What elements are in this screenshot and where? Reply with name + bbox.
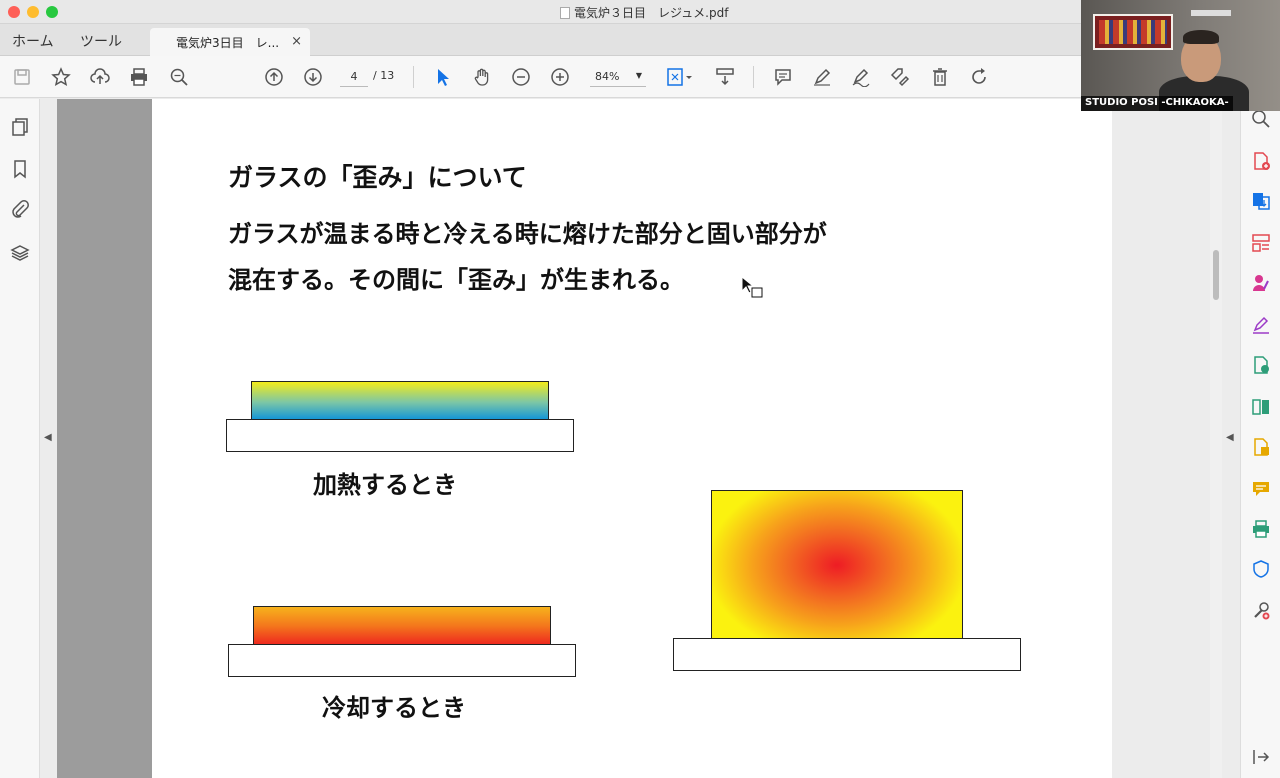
- page-total: / 13: [373, 69, 395, 82]
- collapse-tools-panel-icon[interactable]: [1251, 747, 1271, 767]
- kiln-shelf-heating: [226, 419, 574, 452]
- bookmark-star-icon[interactable]: [49, 65, 73, 89]
- minimize-window-button[interactable]: [27, 6, 39, 18]
- comment-icon[interactable]: [771, 65, 795, 89]
- enhance-search-icon[interactable]: [1251, 109, 1271, 129]
- chevron-down-icon: ▼: [635, 71, 642, 80]
- kiln-shelf-thick: [673, 638, 1021, 671]
- more-tools-icon[interactable]: [1251, 601, 1271, 621]
- glass-cooling-diagram: [253, 606, 551, 645]
- request-signatures-icon[interactable]: [1251, 273, 1271, 293]
- print-icon[interactable]: [127, 65, 151, 89]
- export-pdf-icon[interactable]: [1251, 191, 1271, 211]
- send-for-review-icon[interactable]: [1251, 355, 1271, 375]
- select-cursor-icon[interactable]: [431, 65, 455, 89]
- rotate-icon[interactable]: [967, 65, 991, 89]
- combine-files-icon[interactable]: [1251, 437, 1271, 457]
- body-text-line-2: 混在する。その間に「歪み」が生まれる。: [228, 266, 684, 294]
- stamp-edit-icon[interactable]: [888, 65, 912, 89]
- protect-shield-icon[interactable]: [1251, 559, 1271, 579]
- next-page-icon[interactable]: [301, 65, 325, 89]
- left-sidebar: [0, 99, 40, 778]
- webcam-name-label: STUDIO POSI -CHIKAOKA-: [1081, 96, 1233, 111]
- poster-art: [1099, 20, 1167, 44]
- body-text-line-1: ガラスが温まる時と冷える時に熔けた部分と固い部分が: [228, 220, 827, 248]
- compare-files-icon[interactable]: [1251, 397, 1271, 417]
- toolbar-divider: [413, 66, 414, 88]
- zoom-window-button[interactable]: [46, 6, 58, 18]
- window-title-text: 電気炉３日目 レジュメ.pdf: [574, 6, 729, 20]
- highlight-pen-icon[interactable]: [810, 65, 834, 89]
- window-title: 電気炉３日目 レジュメ.pdf: [560, 4, 728, 21]
- create-pdf-icon[interactable]: [1251, 151, 1271, 171]
- document-icon: [560, 7, 570, 19]
- tab-close-button[interactable]: ×: [291, 34, 302, 49]
- mouse-cursor-icon: [740, 275, 766, 306]
- caption-cooling: 冷却するとき: [322, 694, 466, 722]
- search-icon[interactable]: [167, 65, 191, 89]
- trash-icon[interactable]: [928, 65, 952, 89]
- glass-heating-diagram: [251, 381, 549, 420]
- page-number-input[interactable]: 4: [340, 67, 368, 87]
- attachment-icon[interactable]: [10, 199, 30, 219]
- print-production-icon[interactable]: [1251, 519, 1271, 539]
- presenter-hair: [1183, 30, 1219, 44]
- collapse-left-panel-icon[interactable]: ◀: [44, 432, 52, 443]
- zoom-level-value: 84%: [595, 70, 620, 83]
- zoom-out-icon[interactable]: [509, 65, 533, 89]
- bookmark-icon[interactable]: [10, 159, 30, 179]
- organize-pages-icon[interactable]: [1251, 233, 1271, 253]
- wall-poster: [1093, 14, 1173, 50]
- hand-tool-icon[interactable]: [470, 65, 494, 89]
- ceiling-lamp: [1191, 10, 1231, 16]
- save-icon[interactable]: [10, 65, 34, 89]
- page-thumbnails-icon[interactable]: [10, 117, 30, 137]
- layers-icon[interactable]: [10, 243, 30, 263]
- zoom-in-icon[interactable]: [548, 65, 572, 89]
- close-window-button[interactable]: [8, 6, 20, 18]
- comment-tool-icon[interactable]: [1251, 479, 1271, 499]
- tab-document-label: 電気炉3日目 レ...: [176, 36, 280, 50]
- draw-pen-icon[interactable]: [849, 65, 873, 89]
- vertical-scrollbar[interactable]: [1210, 99, 1222, 778]
- glass-thick-heat-diagram: [711, 490, 963, 640]
- toolbar-divider: [753, 66, 754, 88]
- collapse-right-panel-icon[interactable]: ◀: [1226, 432, 1234, 443]
- fill-and-sign-icon[interactable]: [1251, 315, 1271, 335]
- right-tools-panel: [1240, 99, 1280, 778]
- scroll-mode-icon[interactable]: [713, 65, 737, 89]
- page-heading: ガラスの「歪み」について: [228, 163, 527, 192]
- caption-heating: 加熱するとき: [313, 471, 457, 499]
- previous-page-icon[interactable]: [262, 65, 286, 89]
- zoom-level-select[interactable]: 84% ▼: [590, 67, 646, 87]
- upload-cloud-icon[interactable]: [88, 65, 112, 89]
- kiln-shelf-cooling: [228, 644, 576, 677]
- tab-tools[interactable]: ツール: [80, 31, 122, 51]
- page-fit-icon[interactable]: [664, 65, 696, 89]
- tab-document[interactable]: 電気炉3日目 レ... ×: [150, 28, 310, 56]
- tab-home[interactable]: ホーム: [12, 31, 54, 51]
- webcam-overlay: STUDIO POSI -CHIKAOKA-: [1081, 0, 1280, 111]
- scrollbar-thumb[interactable]: [1213, 250, 1219, 300]
